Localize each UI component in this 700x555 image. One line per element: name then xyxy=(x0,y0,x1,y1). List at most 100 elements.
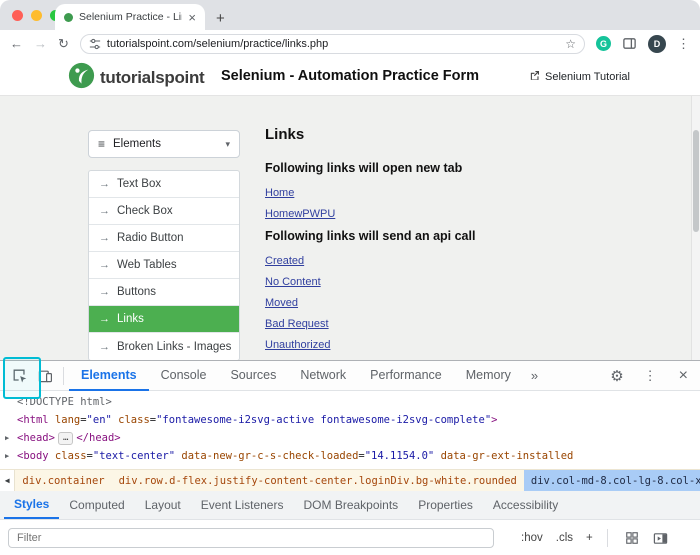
code-token: "text-center" xyxy=(93,450,175,462)
new-tab-button[interactable]: + xyxy=(216,11,225,26)
style-toggle-plus[interactable]: + xyxy=(586,532,593,544)
code-token: </head> xyxy=(76,432,120,444)
code-line-3[interactable]: ▶<head>…</head> xyxy=(0,429,700,447)
code-line-1[interactable]: <!DOCTYPE html> xyxy=(0,393,700,411)
code-token: "en" xyxy=(87,414,112,426)
tab-title: Selenium Practice - Links xyxy=(79,11,182,23)
content-title: Links xyxy=(265,126,645,143)
code-token: … xyxy=(58,432,73,445)
code-token: "14.1154.0" xyxy=(365,450,435,462)
page-body: ≡ Elements ▾ →Text Box→Check Box→Radio B… xyxy=(0,96,700,360)
devtools-tab-memory[interactable]: Memory xyxy=(454,361,523,391)
elements-dropdown-label: Elements xyxy=(113,138,217,150)
web-page: tutorialspoint Selenium - Automation Pra… xyxy=(0,57,700,360)
tab-close-icon[interactable]: × xyxy=(188,11,196,24)
links-section: Following links will open new tabHomeHom… xyxy=(265,161,645,220)
main-content: Links Following links will open new tabH… xyxy=(265,126,645,360)
panel-tab-accessibility[interactable]: Accessibility xyxy=(483,491,568,519)
style-toggle-cls[interactable]: .cls xyxy=(556,532,573,544)
link-home[interactable]: Home xyxy=(265,187,294,199)
links-section: Following links will send an api callCre… xyxy=(265,229,645,360)
elements-dropdown[interactable]: ≡ Elements ▾ xyxy=(88,130,240,158)
devtools-close-icon[interactable]: × xyxy=(667,368,700,384)
sidebar-item-check-box[interactable]: →Check Box xyxy=(89,198,239,225)
devtools-toolbar-right: ⚙ ⋮ × xyxy=(600,367,700,385)
link-unauthorized[interactable]: Unauthorized xyxy=(265,339,330,351)
link-created[interactable]: Created xyxy=(265,255,304,267)
toggle-sidebar-icon[interactable] xyxy=(651,531,671,546)
link-moved[interactable]: Moved xyxy=(265,297,298,309)
breadcrumb-div-container[interactable]: div.container xyxy=(15,470,111,491)
devtools-toolbar: ElementsConsoleSourcesNetworkPerformance… xyxy=(0,361,700,391)
arrow-right-icon: → xyxy=(99,259,110,271)
bookmark-star-icon[interactable]: ☆ xyxy=(565,38,576,50)
sidebar-item-broken-links-images[interactable]: →Broken Links - Images xyxy=(89,333,239,360)
scrollbar-thumb[interactable] xyxy=(693,130,699,232)
selenium-tutorial-label: Selenium Tutorial xyxy=(545,71,630,83)
arrow-right-icon: → xyxy=(99,232,110,244)
back-icon[interactable]: ← xyxy=(10,37,23,50)
profile-avatar[interactable]: D xyxy=(648,35,666,53)
breadcrumb-div-col-md-8-col-lg-8-co[interactable]: div.col-md-8.col-lg-8.col-xl-8 xyxy=(524,470,700,491)
sidebar-item-radio-button[interactable]: →Radio Button xyxy=(89,225,239,252)
styles-filter-input[interactable] xyxy=(8,528,494,548)
panel-tab-event-listeners[interactable]: Event Listeners xyxy=(191,491,294,519)
chevron-down-icon: ▾ xyxy=(225,139,230,150)
more-tabs-icon[interactable]: » xyxy=(523,368,546,383)
panel-tab-computed[interactable]: Computed xyxy=(59,491,134,519)
devtools-tab-sources[interactable]: Sources xyxy=(218,361,288,391)
close-window-button[interactable] xyxy=(12,10,23,21)
devtools-panel: ElementsConsoleSourcesNetworkPerformance… xyxy=(0,360,700,555)
link-homewpwpu[interactable]: HomewPWPU xyxy=(265,208,335,220)
inspect-element-icon[interactable] xyxy=(6,361,32,391)
side-panel-icon[interactable] xyxy=(622,36,637,51)
sidebar-item-label: Broken Links - Images xyxy=(117,341,231,353)
minimize-window-button[interactable] xyxy=(31,10,42,21)
forward-icon[interactable]: → xyxy=(34,37,47,50)
arrow-right-icon: → xyxy=(99,313,110,325)
address-bar[interactable]: tutorialspoint.com/selenium/practice/lin… xyxy=(80,34,585,54)
grid-layout-icon[interactable] xyxy=(622,531,642,545)
expand-arrow-icon[interactable]: ▶ xyxy=(5,429,9,447)
devtools-tabs: ElementsConsoleSourcesNetworkPerformance… xyxy=(69,361,523,391)
reload-icon[interactable]: ↻ xyxy=(58,37,69,50)
code-line-4[interactable]: ▶<body class="text-center" data-new-gr-c… xyxy=(0,447,700,465)
devtools-tab-console[interactable]: Console xyxy=(149,361,219,391)
link-bad-request[interactable]: Bad Request xyxy=(265,318,329,330)
browser-tab[interactable]: Selenium Practice - Links × xyxy=(55,4,205,30)
panel-tab-properties[interactable]: Properties xyxy=(408,491,483,519)
code-token: data-new-gr-c-s-check-loaded xyxy=(175,450,358,462)
selenium-tutorial-link[interactable]: Selenium Tutorial xyxy=(529,70,630,84)
devtools-menu-kebab-icon[interactable]: ⋮ xyxy=(634,368,667,384)
sidebar-item-label: Links xyxy=(117,313,144,325)
sidebar-item-buttons[interactable]: →Buttons xyxy=(89,279,239,306)
link-no-content[interactable]: No Content xyxy=(265,276,321,288)
crumb-scroll-left-icon[interactable]: ◀ xyxy=(0,470,15,491)
page-header: tutorialspoint Selenium - Automation Pra… xyxy=(0,57,700,96)
settings-gear-icon[interactable]: ⚙ xyxy=(600,367,633,385)
expand-arrow-icon[interactable]: ▶ xyxy=(5,447,9,465)
extension-icon[interactable]: G xyxy=(596,36,611,51)
site-settings-icon[interactable] xyxy=(89,38,101,50)
panel-tab-layout[interactable]: Layout xyxy=(135,491,191,519)
styles-filter-row: :hov .cls + xyxy=(0,520,700,555)
page-scrollbar[interactable] xyxy=(691,96,700,360)
panel-tab-styles[interactable]: Styles xyxy=(4,491,59,519)
tab-strip: Selenium Practice - Links × + xyxy=(0,0,700,30)
breadcrumb-div-row-d-flex-justify-c[interactable]: div.row.d-flex.justify-content-center.lo… xyxy=(112,470,524,491)
code-token: class xyxy=(49,450,87,462)
devtools-tab-network[interactable]: Network xyxy=(288,361,358,391)
code-line-2[interactable]: <html lang="en" class="fontawesome-i2svg… xyxy=(0,411,700,429)
arrow-right-icon: → xyxy=(99,178,110,190)
panel-tab-dom-breakpoints[interactable]: DOM Breakpoints xyxy=(293,491,408,519)
style-toggle-hov[interactable]: :hov xyxy=(521,532,543,544)
sidebar-item-text-box[interactable]: →Text Box xyxy=(89,171,239,198)
browser-menu-kebab-icon[interactable]: ⋮ xyxy=(677,37,690,50)
elements-tree: <!DOCTYPE html><html lang="en" class="fo… xyxy=(0,391,700,469)
devtools-tab-performance[interactable]: Performance xyxy=(358,361,454,391)
sidebar-item-label: Web Tables xyxy=(117,259,177,271)
devtools-tab-elements[interactable]: Elements xyxy=(69,361,149,391)
sidebar-item-links[interactable]: → Links xyxy=(89,306,239,333)
sidebar-item-web-tables[interactable]: → Web Tables xyxy=(89,252,239,279)
device-toolbar-icon[interactable] xyxy=(32,361,58,391)
